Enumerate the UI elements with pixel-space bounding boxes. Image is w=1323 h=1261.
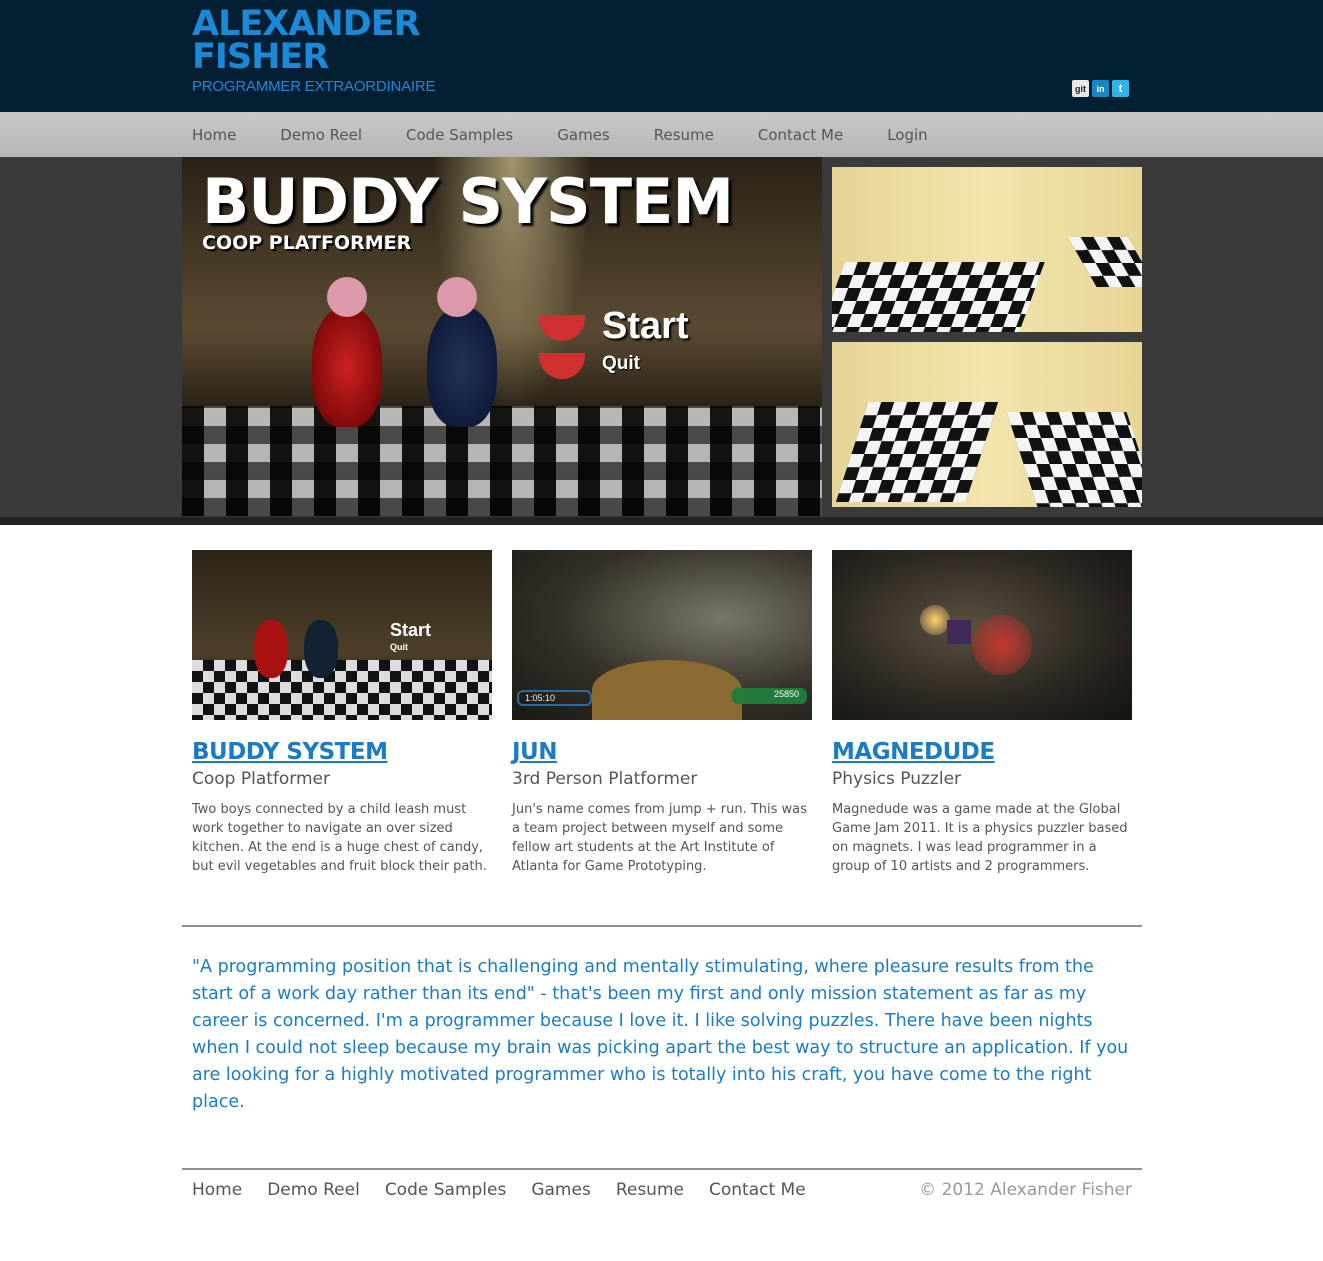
game-card-magnedude: MAGNEDUDE Physics Puzzler Magnedude was …	[832, 550, 1132, 876]
footer-nav: Home Demo Reel Code Samples Games Resume…	[192, 1180, 831, 1200]
brand-tagline: PROGRAMMER EXTRAORDINAIRE	[192, 78, 436, 95]
game-thumb-jun[interactable]: 1:05:10 25850	[512, 550, 812, 720]
red-character	[312, 307, 382, 427]
footer-link-demo-reel[interactable]: Demo Reel	[267, 1180, 360, 1200]
nav-item-demo-reel[interactable]: Demo Reel	[280, 126, 362, 144]
game-thumb-buddy-system[interactable]: Start Quit	[192, 550, 492, 720]
main-nav: Home Demo Reel Code Samples Games Resume…	[0, 112, 1323, 157]
checker-counter	[1067, 237, 1142, 287]
game-title-link[interactable]: JUN	[512, 738, 812, 766]
game-genre: Physics Puzzler	[832, 769, 962, 789]
checker-floor	[192, 660, 492, 720]
nav-item-home[interactable]: Home	[192, 126, 236, 144]
site-header: ALEXANDER FISHER PROGRAMMER EXTRAORDINAI…	[0, 0, 1323, 112]
red-orb	[972, 615, 1032, 675]
red-character	[254, 620, 288, 678]
twitter-icon[interactable]: t	[1112, 80, 1129, 97]
game-genre: 3rd Person Platformer	[512, 769, 698, 789]
nav-item-contact[interactable]: Contact Me	[758, 126, 843, 144]
floating-island	[592, 660, 742, 720]
nav-item-resume[interactable]: Resume	[654, 126, 714, 144]
nav-item-login[interactable]: Login	[887, 126, 927, 144]
footer-link-code-samples[interactable]: Code Samples	[385, 1180, 507, 1200]
hero-title: BUDDY SYSTEM	[202, 165, 734, 238]
hero-banner: BUDDY SYSTEM COOP PLATFORMER Start Quit	[0, 157, 1323, 525]
hero-main-image[interactable]: BUDDY SYSTEM COOP PLATFORMER Start Quit	[182, 157, 822, 516]
game-description: Jun's name comes from jump + run. This w…	[512, 802, 807, 874]
brand-name-line2: FISHER	[192, 37, 329, 77]
footer-link-home[interactable]: Home	[192, 1180, 242, 1200]
section-divider	[182, 925, 1142, 927]
brand-logo[interactable]: ALEXANDER FISHER PROGRAMMER EXTRAORDINAI…	[192, 7, 436, 96]
footer-divider	[182, 1168, 1142, 1170]
checker-counter	[832, 262, 1045, 332]
blue-character	[427, 307, 497, 427]
copyright: © 2012 Alexander Fisher	[919, 1180, 1132, 1200]
game-card-buddy-system: Start Quit BUDDY SYSTEM Coop Platformer …	[192, 550, 492, 876]
torch-glow	[920, 605, 950, 635]
game-title-link[interactable]: MAGNEDUDE	[832, 738, 1132, 766]
game-thumb-magnedude[interactable]	[832, 550, 1132, 720]
hero-thumb-kitchen-1[interactable]	[832, 167, 1142, 332]
blue-character-head	[437, 277, 477, 317]
hud-timer: 1:05:10	[517, 690, 592, 706]
linkedin-icon[interactable]: in	[1092, 80, 1109, 97]
game-card-jun: 1:05:10 25850 JUN 3rd Person Platformer …	[512, 550, 812, 876]
red-character-head	[327, 277, 367, 317]
game-description: Magnedude was a game made at the Global …	[832, 802, 1128, 874]
checker-counter	[835, 402, 999, 502]
checker-floor-shade	[182, 406, 822, 516]
checker-counter	[1006, 412, 1142, 507]
mission-statement: "A programming position that is challeng…	[192, 957, 1129, 1112]
game-description: Two boys connected by a child leash must…	[192, 802, 487, 874]
hero-thumb-kitchen-2[interactable]	[832, 342, 1142, 507]
blue-character	[304, 620, 338, 678]
nav-item-code-samples[interactable]: Code Samples	[406, 126, 513, 144]
thumb-menu-start: Start	[390, 620, 432, 640]
thumb-menu-quit: Quit	[390, 642, 408, 652]
hero-menu-start: Start	[602, 305, 689, 347]
game-genre: Coop Platformer	[192, 769, 331, 789]
github-icon[interactable]: git	[1072, 80, 1089, 97]
hud-score: 25850	[732, 688, 807, 704]
magnet-box	[947, 620, 971, 644]
game-title-link[interactable]: BUDDY SYSTEM	[192, 738, 492, 766]
footer-link-resume[interactable]: Resume	[616, 1180, 684, 1200]
footer-link-contact[interactable]: Contact Me	[709, 1180, 806, 1200]
footer-link-games[interactable]: Games	[531, 1180, 590, 1200]
nav-item-games[interactable]: Games	[557, 126, 609, 144]
social-links: git in t	[1072, 80, 1129, 97]
hero-subtitle: COOP PLATFORMER	[202, 232, 412, 254]
hero-menu-quit: Quit	[602, 353, 640, 374]
